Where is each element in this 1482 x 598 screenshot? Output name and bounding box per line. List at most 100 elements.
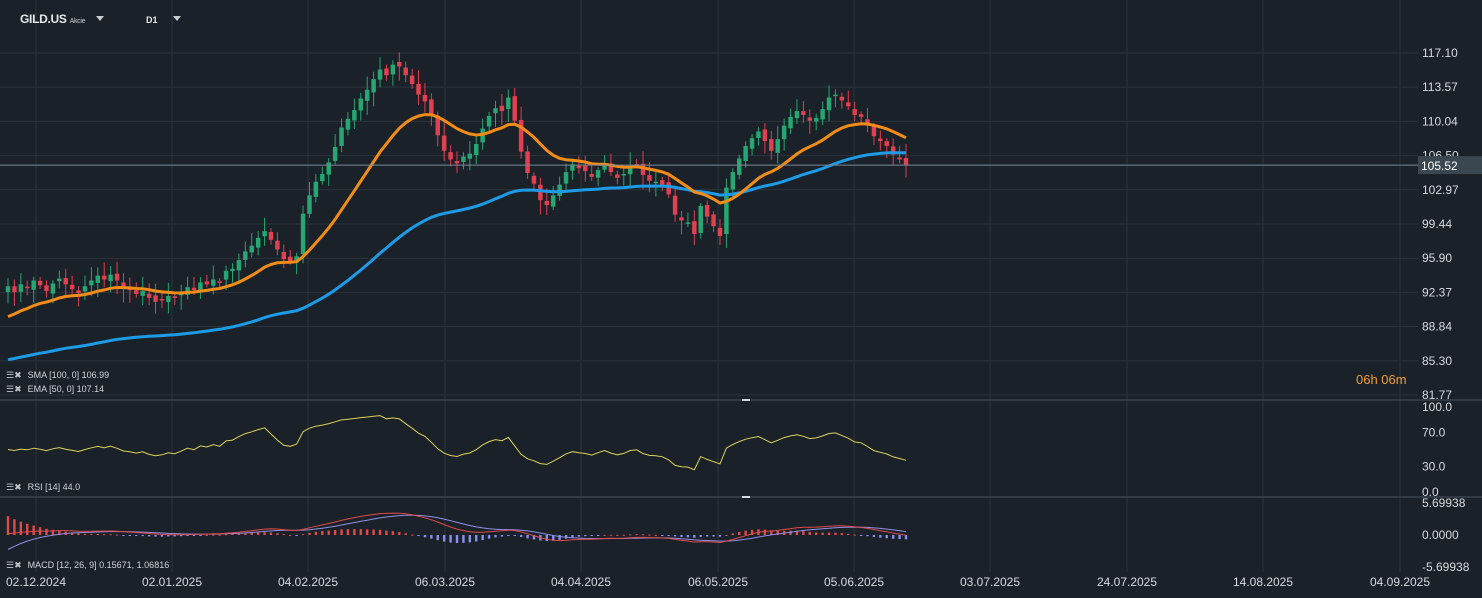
candle-body	[441, 135, 447, 151]
macd-histogram-bar	[96, 533, 99, 535]
candle-body	[615, 174, 620, 178]
macd-histogram-bar	[231, 533, 234, 535]
x-axis-tick-label: 02.01.2025	[142, 575, 202, 589]
candle-body	[390, 64, 396, 75]
macd-histogram-bar	[398, 532, 401, 535]
price-axis-tick-label: 102.97	[1422, 183, 1459, 197]
macd-histogram-bar	[827, 532, 831, 535]
macd-histogram-bar	[90, 533, 93, 535]
candle-body	[711, 214, 716, 227]
pane-resize-handle	[742, 496, 750, 498]
macd-histogram-bar	[558, 535, 561, 540]
candle-body	[525, 151, 530, 174]
macd-histogram-bar	[378, 529, 382, 535]
macd-histogram-bar	[455, 535, 459, 544]
settings-lines-icon[interactable]: ☰✖	[6, 384, 22, 395]
macd-histogram-bar	[404, 533, 407, 535]
macd-histogram-bar	[423, 535, 427, 538]
ema-legend[interactable]: ☰✖ EMA [50, 0] 107.14	[6, 384, 104, 395]
macd-histogram-bar	[500, 535, 504, 537]
symbol-dropdown-icon[interactable]	[96, 16, 104, 21]
candle-body	[320, 174, 325, 182]
candle-body	[217, 281, 222, 283]
instrument-type: Akcie	[69, 18, 86, 25]
macd-histogram-bar	[661, 535, 664, 536]
candle-body	[467, 153, 473, 159]
candle-body	[820, 109, 825, 120]
candle-body	[512, 96, 517, 121]
candle-body	[198, 282, 203, 290]
macd-histogram-bar	[224, 534, 228, 536]
price-axis-tick-label: 95.90	[1422, 251, 1452, 265]
settings-lines-icon[interactable]: ☰✖	[6, 560, 22, 571]
candle-body	[660, 180, 665, 185]
candle-body	[749, 138, 755, 149]
macd-histogram-bar	[366, 529, 369, 535]
settings-lines-icon[interactable]: ☰✖	[6, 482, 22, 493]
symbol-selector[interactable]: GILD.US Akcie	[20, 12, 85, 26]
rsi-legend[interactable]: ☰✖ RSI [14] 44.0	[6, 482, 80, 493]
sma-legend[interactable]: ☰✖ SMA [100, 0] 106.99	[6, 370, 109, 381]
candle-body	[191, 287, 197, 291]
last-price-value: 105.52	[1421, 159, 1458, 173]
macd-histogram-bar	[346, 529, 350, 535]
candle-body	[736, 158, 742, 175]
candle-body	[275, 240, 280, 250]
x-axis-tick-label: 02.12.2024	[6, 575, 66, 589]
candle-body	[307, 195, 312, 214]
macd-histogram-bar	[475, 535, 478, 542]
chart-canvas[interactable]: 02.12.2024 02.01.2025 04.02.2025 06.03.2025…	[0, 0, 1482, 598]
macd-histogram-bar	[616, 534, 619, 536]
macd-axis-tick-label: 0.0000	[1422, 528, 1459, 542]
macd-histogram-bar	[436, 535, 439, 541]
macd-histogram-bar	[731, 533, 735, 535]
macd-histogram-bar	[847, 533, 850, 535]
rsi-axis-tick-label: 100.0	[1422, 400, 1452, 414]
macd-histogram-bar	[802, 531, 805, 535]
macd-legend[interactable]: ☰✖ MACD [12, 26, 9] 0.15671, 1.06816	[6, 560, 169, 571]
macd-histogram-bar	[115, 534, 119, 536]
candle-body	[326, 162, 331, 175]
macd-histogram-bar	[167, 535, 170, 537]
candle-body	[769, 139, 774, 151]
settings-lines-icon[interactable]: ☰✖	[6, 370, 22, 381]
x-axis-tick-label: 06.05.2025	[688, 575, 748, 589]
candle-body	[499, 105, 505, 112]
candle-body	[44, 285, 49, 292]
candle-body	[211, 279, 216, 286]
macd-histogram-bar	[256, 532, 260, 535]
candle-body	[345, 118, 351, 130]
candle-body	[12, 286, 17, 293]
candle-body	[685, 222, 691, 224]
macd-histogram-bar	[263, 532, 266, 535]
timeframe-dropdown-icon[interactable]	[173, 16, 181, 21]
macd-histogram-bar	[571, 535, 574, 538]
candle-body	[140, 291, 145, 296]
macd-histogram-bar	[391, 531, 395, 535]
candle-body	[114, 273, 120, 281]
pane-resize-handle	[742, 399, 750, 401]
candle-body	[24, 286, 30, 289]
macd-histogram-bar	[859, 535, 863, 536]
candle-body	[146, 293, 152, 298]
candle-body	[358, 98, 364, 111]
candle-body	[878, 138, 883, 142]
candle-body	[371, 79, 376, 93]
timeframe-selector[interactable]: D1	[146, 15, 158, 25]
candle-body	[544, 200, 550, 205]
ema-legend-text: EMA [50, 0] 107.14	[27, 384, 105, 394]
price-axis-tick-label: 110.04	[1422, 114, 1458, 128]
macd-histogram-bar	[103, 534, 106, 536]
macd-histogram-bar	[590, 535, 593, 536]
candle-body	[230, 268, 235, 272]
candle-body	[871, 126, 877, 137]
macd-histogram-bar	[891, 535, 895, 539]
macd-histogram-bar	[609, 534, 613, 536]
rsi-line	[7, 415, 907, 471]
x-axis-tick-label: 06.03.2025	[415, 575, 475, 589]
candle-body	[377, 69, 383, 80]
candle-body	[397, 61, 402, 67]
macd-histogram-bar	[744, 530, 747, 535]
candle-body	[506, 97, 511, 109]
macd-histogram-bar	[314, 531, 318, 535]
